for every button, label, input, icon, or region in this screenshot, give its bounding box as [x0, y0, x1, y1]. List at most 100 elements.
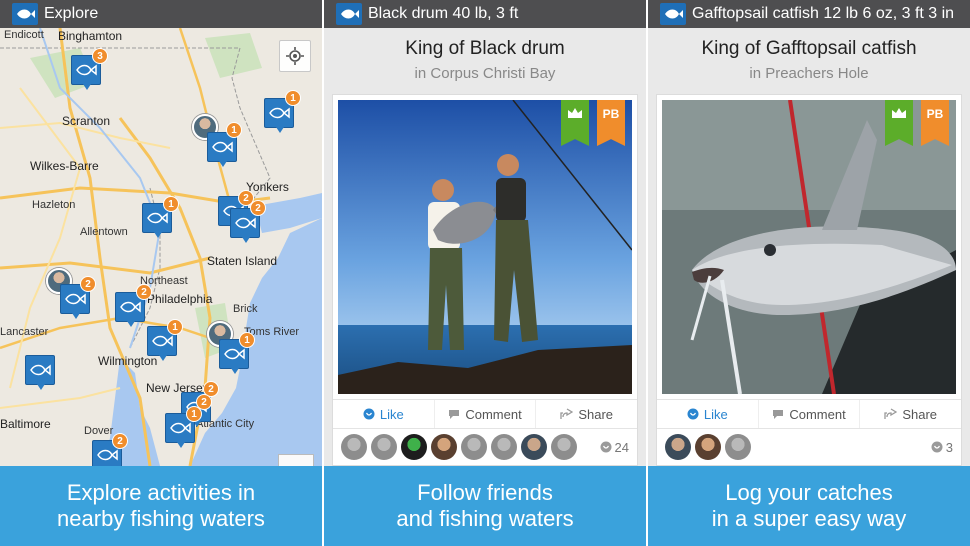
crown-icon — [568, 108, 582, 118]
avatar[interactable] — [401, 434, 427, 460]
explore-panel: Explore Endicott Binghamton Scranton Wil… — [0, 0, 322, 546]
caption-line: nearby fishing waters — [57, 506, 265, 531]
map-label: Scranton — [62, 114, 111, 128]
avatar[interactable] — [521, 434, 547, 460]
comment-label: Comment — [789, 406, 846, 422]
map-label: Brick — [233, 303, 258, 315]
catch-count-badge: 2 — [250, 200, 266, 216]
likers-row: 24 — [333, 432, 637, 462]
map-label: Allentown — [80, 226, 128, 238]
comment-icon — [773, 410, 784, 419]
avatar[interactable] — [431, 434, 457, 460]
card-actions: Like Comment Share — [333, 399, 637, 429]
card-subtitle[interactable]: in Preachers Hole — [648, 65, 970, 82]
map-label: Wilmington — [98, 354, 158, 368]
card-title: King of Gafftopsail catfish — [701, 38, 917, 59]
app-bar: Black drum 40 lb, 3 ft — [324, 0, 646, 28]
catch-card: PB Like Comment Share 3 — [656, 94, 962, 466]
like-label: Like — [703, 406, 728, 422]
catch-count-badge: 2 — [80, 276, 96, 292]
map-label: Endicott — [4, 29, 44, 41]
card-header: King of Black drum in Corpus Christi Bay — [324, 28, 646, 94]
map-label: Yonkers — [246, 180, 289, 194]
catch-log-panel: Gafftopsail catfish 12 lb 6 oz, 3 ft 3 i… — [648, 0, 970, 546]
comment-button[interactable]: Comment — [435, 400, 537, 428]
share-button[interactable]: Share — [536, 400, 637, 428]
comment-label: Comment — [465, 406, 522, 422]
like-button[interactable]: Like — [333, 400, 435, 428]
avatar[interactable] — [725, 434, 751, 460]
avatar[interactable] — [341, 434, 367, 460]
catch-count-badge: 2 — [136, 284, 152, 300]
catch-card: PB Like Comment Share 24 — [332, 94, 638, 466]
comment-icon — [449, 410, 460, 419]
caption-line: and fishing waters — [396, 506, 574, 531]
avatar[interactable] — [491, 434, 517, 460]
smiley-icon — [931, 441, 943, 453]
share-button[interactable]: Share — [860, 400, 961, 428]
map-label: Staten Island — [207, 254, 278, 268]
locate-button[interactable] — [279, 40, 311, 72]
thumbs-up-icon — [363, 408, 375, 420]
share-icon — [884, 408, 898, 419]
caption-line: in a super easy way — [711, 506, 907, 531]
caption-footer: Log your catches in a super easy way — [648, 466, 970, 546]
likers-row: 3 — [657, 432, 961, 462]
map-label: Baltimore — [0, 417, 51, 431]
screen-title: Explore — [44, 5, 99, 22]
fishing-map[interactable]: Endicott Binghamton Scranton Wilkes-Barr… — [0, 28, 322, 466]
caption-line: Log your catches — [725, 480, 893, 505]
map-base — [0, 28, 322, 466]
caption-footer: Explore activities in nearby fishing wat… — [0, 466, 322, 546]
like-button[interactable]: Like — [657, 400, 759, 428]
comment-button[interactable]: Comment — [759, 400, 861, 428]
avatar[interactable] — [371, 434, 397, 460]
catch-count-badge: 1 — [163, 196, 179, 212]
card-header: King of Gafftopsail catfish in Preachers… — [648, 28, 970, 94]
crown-icon — [892, 108, 906, 118]
map-label: Hazleton — [32, 199, 76, 211]
map-label: Philadelphia — [147, 292, 213, 306]
like-count[interactable]: 3 — [931, 440, 953, 455]
avatar[interactable] — [695, 434, 721, 460]
map-label: Lancaster — [0, 326, 49, 338]
catch-count-badge: 1 — [239, 332, 255, 348]
zoom-control[interactable] — [278, 454, 314, 466]
locate-icon — [286, 47, 304, 65]
like-count-value: 24 — [614, 439, 629, 455]
share-icon — [560, 408, 574, 419]
map-label: Dover — [84, 425, 114, 437]
caption-line: Follow friends — [417, 480, 553, 505]
screen-title: Black drum 40 lb, 3 ft — [368, 5, 519, 22]
avatar[interactable] — [665, 434, 691, 460]
smiley-icon — [600, 441, 612, 453]
catch-count-badge: 2 — [112, 433, 128, 449]
app-bar: Explore — [0, 0, 322, 28]
share-label: Share — [902, 406, 938, 422]
catch-count-badge: 3 — [92, 48, 108, 64]
catch-count-badge: 1 — [226, 122, 242, 138]
card-title: King of Black drum — [405, 38, 565, 59]
catch-count-badge: 1 — [285, 90, 301, 106]
catch-count-badge: 1 — [186, 406, 202, 422]
like-label: Like — [379, 406, 404, 422]
avatar[interactable] — [551, 434, 577, 460]
map-label: Binghamton — [58, 29, 123, 43]
catch-count-badge: 1 — [167, 319, 183, 335]
fish-logo-icon[interactable] — [660, 3, 686, 25]
fish-pin[interactable] — [25, 355, 55, 390]
screen-title: Gafftopsail catfish 12 lb 6 oz, 3 ft 3 i… — [692, 5, 955, 22]
card-actions: Like Comment Share — [657, 399, 961, 429]
map-label: Wilkes-Barre — [30, 159, 99, 173]
caption-line: Explore activities in — [66, 480, 256, 505]
thumbs-up-icon — [687, 408, 699, 420]
like-count[interactable]: 24 — [600, 440, 629, 455]
avatar[interactable] — [461, 434, 487, 460]
fish-logo-icon[interactable] — [336, 3, 362, 25]
card-subtitle[interactable]: in Corpus Christi Bay — [324, 65, 646, 82]
caption-footer: Follow friends and fishing waters — [324, 466, 646, 546]
fish-logo-icon[interactable] — [12, 3, 38, 25]
like-count-value: 3 — [945, 439, 953, 455]
app-bar: Gafftopsail catfish 12 lb 6 oz, 3 ft 3 i… — [648, 0, 970, 28]
catch-feed-panel: Black drum 40 lb, 3 ft King of Black dru… — [324, 0, 646, 546]
